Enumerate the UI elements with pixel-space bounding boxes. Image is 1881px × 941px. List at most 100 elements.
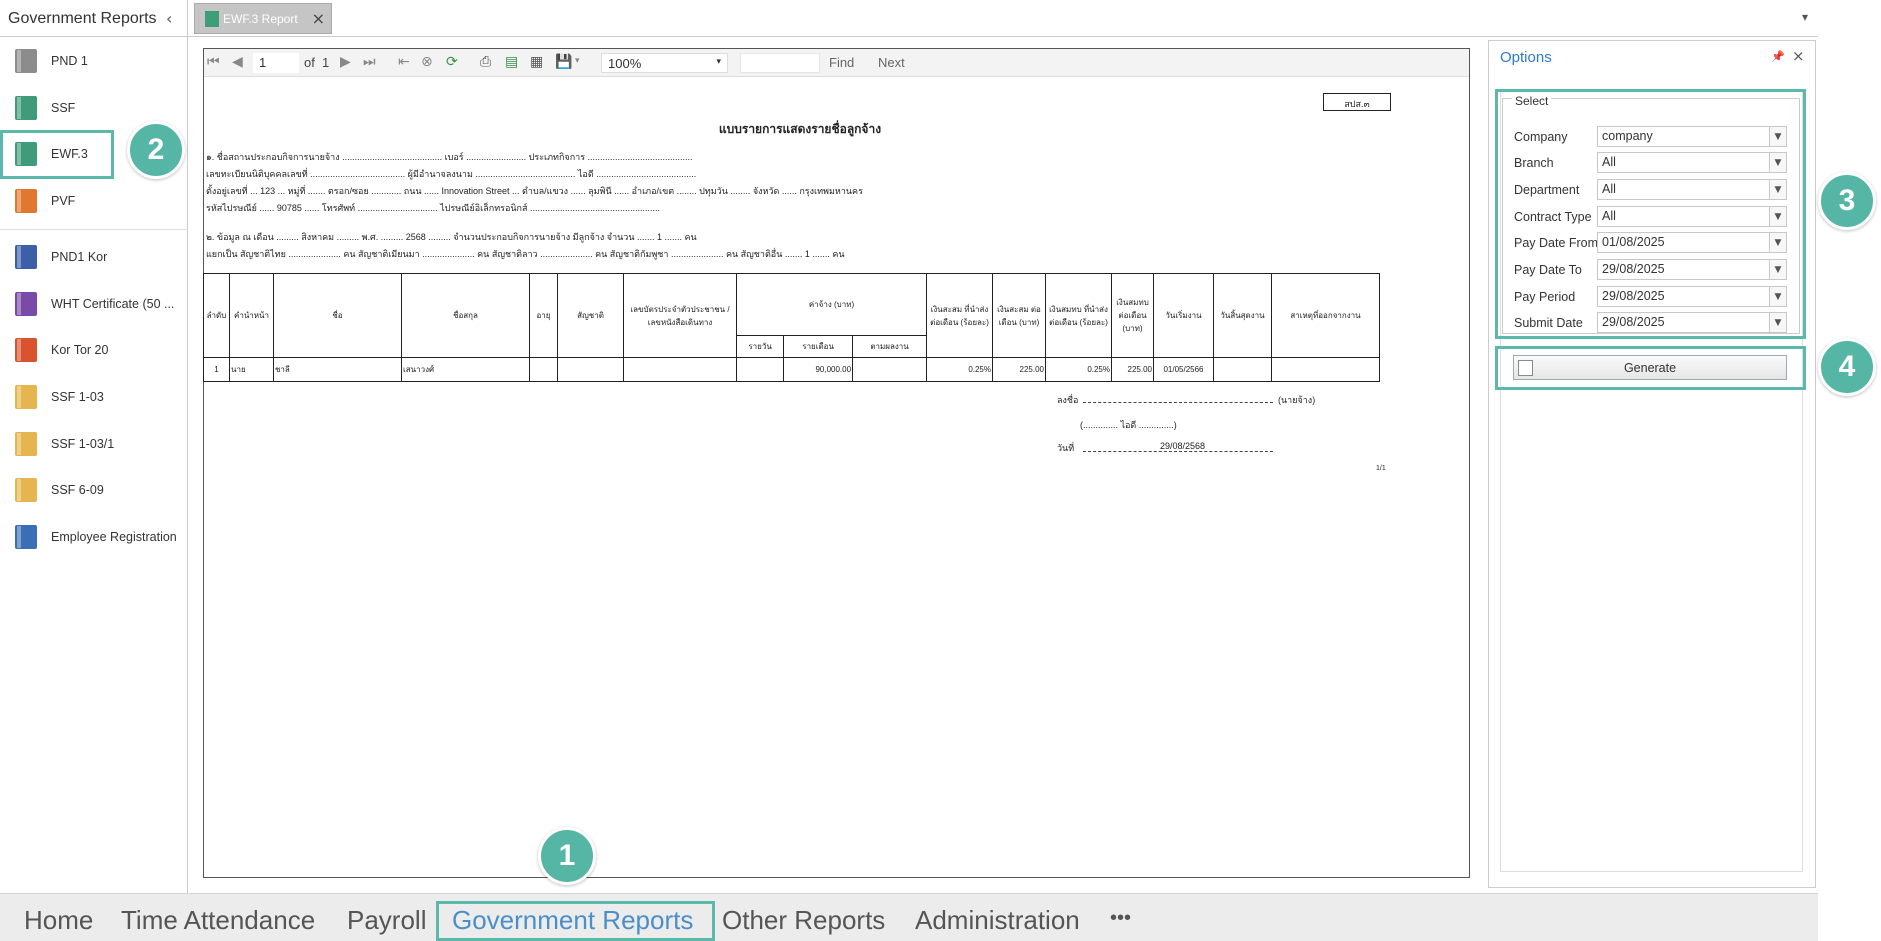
sidebar-item-kor-tor-20[interactable]: Kor Tor 20 (0, 327, 188, 373)
report-book-icon (15, 49, 37, 73)
report-book-icon (15, 478, 37, 502)
date-line (1083, 451, 1273, 452)
chevron-left-icon[interactable]: ‹ (166, 9, 172, 28)
report-line-6: แยกเป็น สัญชาติไทย .....................… (206, 249, 845, 259)
employee-table: ลำดับ คำนำหน้า ชื่อ ชื่อสกุล อายุ สัญชาต… (203, 273, 1380, 382)
th-no: ลำดับ (203, 273, 230, 358)
find-link[interactable]: Find (829, 55, 854, 70)
report-book-icon (15, 385, 37, 409)
nav-other-reports[interactable]: Other Reports (722, 905, 885, 936)
chevron-down-icon[interactable]: ▾ (1802, 10, 1808, 24)
employee-card-icon (15, 525, 37, 549)
last-page-icon[interactable]: ⏭ (363, 54, 376, 70)
nav-time-attendance[interactable]: Time Attendance (121, 905, 315, 936)
report-line-2: เลขทะเบียนนิติบุคคลเลขที่ ..............… (206, 169, 697, 179)
report-book-icon (15, 245, 37, 269)
callout-badge-4: 4 (1818, 338, 1876, 396)
find-input[interactable] (740, 53, 820, 73)
sidebar-item-employee-registration[interactable]: Employee Registration (0, 514, 188, 560)
th-prefix: คำนำหน้า (229, 273, 274, 358)
th-nationality: สัญชาติ (557, 273, 624, 358)
sidebar-divider (0, 229, 188, 230)
th-saving-rate: เงินสะสม ที่นำส่งต่อเดือน (ร้อยละ) (926, 273, 993, 358)
th-wage-daily: รายวัน (735, 335, 785, 358)
th-contribution-rate: เงินสมทบ ที่นำส่งต่อเดือน (ร้อยละ) (1045, 273, 1112, 358)
first-page-icon[interactable]: ⏮ (207, 54, 220, 70)
th-reason: สาเหตุที่ออกจากงาน (1271, 273, 1380, 358)
report-line-4: รหัสไปรษณีย์ ...... 90785 ...... โทรศัพท… (206, 203, 660, 213)
close-icon[interactable]: × (1792, 47, 1805, 65)
report-title: แบบรายการแสดงรายชื่อลูกจ้าง (718, 122, 882, 136)
export-save-icon[interactable]: 💾 (555, 54, 572, 70)
next-link[interactable]: Next (878, 55, 905, 70)
page-number-input[interactable]: 1 (253, 53, 299, 73)
sign-name: (.............. ไอดี ..............) (1080, 420, 1177, 430)
pin-icon[interactable]: 📌 (1771, 50, 1785, 63)
refresh-icon[interactable]: ⟳ (446, 54, 458, 70)
th-saving-amount: เงินสะสม ต่อเดือน (บาท) (992, 273, 1046, 358)
th-id-number: เลขบัตรประจำตัวประชาชน / เลขหนังสือเดินท… (623, 273, 737, 358)
th-last-name: ชื่อสกุล (401, 273, 530, 358)
report-line-5: ๒. ข้อมูล ณ เดือน ......... สิงหาคม ....… (206, 232, 697, 242)
tab-ewf3-report[interactable]: EWF.3 Report × (194, 3, 332, 34)
highlight-options-select (1495, 89, 1806, 339)
callout-badge-2: 2 (127, 121, 185, 179)
highlight-ewf3 (0, 130, 114, 179)
back-icon[interactable]: ⇤ (398, 54, 410, 70)
th-wage-piece: ตามผลงาน (852, 335, 927, 358)
print-layout-icon[interactable]: ▤ (505, 54, 518, 70)
sidebar-item-pvf[interactable]: PVF (0, 178, 188, 224)
stop-icon[interactable]: ⊗ (421, 54, 433, 70)
th-start-date: วันเริ่มงาน (1153, 273, 1214, 358)
sidebar-item-pnd1[interactable]: PND 1 (0, 38, 188, 84)
page-of-label: of (304, 55, 315, 70)
sign-line (1083, 402, 1273, 403)
sidebar-item-pnd1-kor[interactable]: PND1 Kor (0, 234, 188, 280)
report-book-icon (205, 10, 219, 27)
th-contribution-amount: เงินสมทบ ต่อเดือน (บาท) (1111, 273, 1154, 358)
nav-home[interactable]: Home (24, 905, 93, 936)
sign-role: (นายจ้าง) (1278, 395, 1316, 405)
close-icon[interactable]: × (312, 9, 325, 28)
zoom-select[interactable]: 100% ▾ (601, 53, 728, 73)
report-book-icon (15, 189, 37, 213)
report-book-icon (15, 338, 37, 362)
report-book-icon (15, 432, 37, 456)
page-setup-icon[interactable]: ▦ (530, 54, 543, 70)
sidebar-item-ssf-1-03[interactable]: SSF 1-03 (0, 374, 188, 420)
options-title: Options (1500, 49, 1552, 66)
page-indicator: 1/1 (1376, 465, 1386, 472)
sign-label: ลงชื่อ (1057, 395, 1079, 405)
chevron-down-icon: ▾ (716, 56, 721, 66)
more-icon[interactable]: ••• (1110, 907, 1131, 930)
date-value: 29/08/2568 (1160, 441, 1206, 451)
callout-badge-3: 3 (1818, 172, 1876, 230)
sidebar-item-ssf-1-03-1[interactable]: SSF 1-03/1 (0, 421, 188, 467)
report-book-icon (15, 96, 37, 120)
export-dropdown-icon[interactable]: ▾ (575, 56, 580, 66)
sidebar-item-ssf-6-09[interactable]: SSF 6-09 (0, 467, 188, 513)
print-icon[interactable]: ⎙ (480, 54, 491, 70)
next-page-icon[interactable]: ▶ (340, 54, 351, 70)
sidebar-title: Government Reports (0, 0, 188, 37)
report-book-icon (15, 292, 37, 316)
th-age: อายุ (529, 273, 558, 358)
highlight-generate (1495, 346, 1806, 390)
sidebar-item-wht-certificate[interactable]: WHT Certificate (50 ... (0, 281, 188, 327)
highlight-government-reports (436, 901, 715, 941)
report-line-1: ๑. ชื่อสถานประกอบกิจการนายจ้าง .........… (206, 152, 693, 162)
page-total: 1 (322, 55, 330, 70)
th-end-date: วันสิ้นสุดงาน (1213, 273, 1272, 358)
document-tabstrip (188, 0, 1818, 37)
prev-page-icon[interactable]: ◀ (232, 54, 243, 70)
table-row: 1 นาย ชาลี เสนาวงศ์ 90,000.00 0.25% 225.… (203, 357, 1380, 382)
date-label: วันที่ (1057, 443, 1075, 453)
callout-badge-1: 1 (538, 827, 596, 885)
nav-administration[interactable]: Administration (915, 905, 1080, 936)
th-wage-monthly: รายเดือน (783, 335, 854, 358)
th-first-name: ชื่อ (273, 273, 402, 358)
report-line-3: ตั้งอยู่เลขที่ ... 123 ... หมู่ที่ .....… (206, 186, 863, 196)
form-code: สปส.๓ (1323, 93, 1391, 111)
nav-payroll[interactable]: Payroll (347, 905, 426, 936)
th-wage: ค่าจ้าง (บาท) (736, 273, 927, 336)
